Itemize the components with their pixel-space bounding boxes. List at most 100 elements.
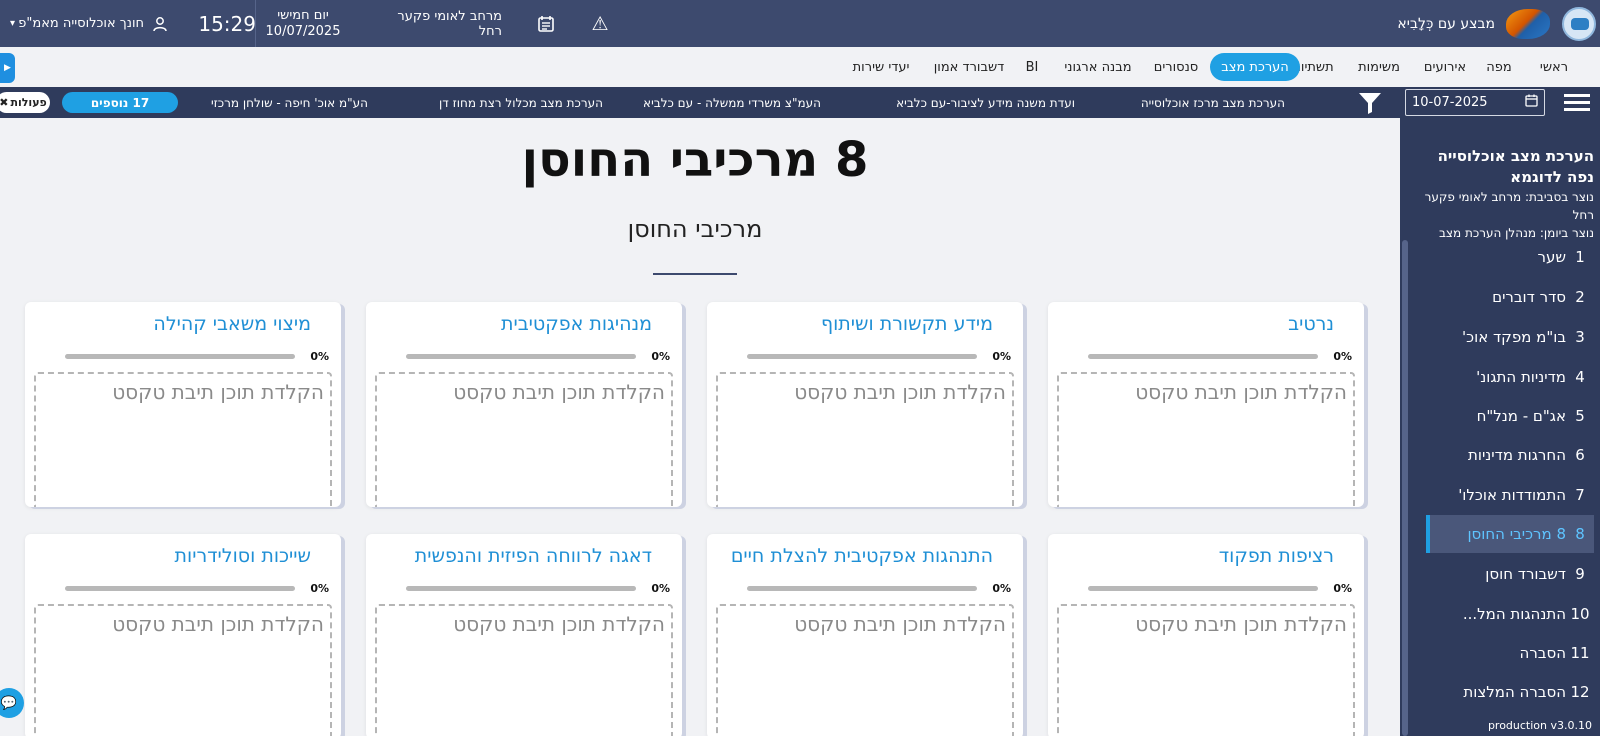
- main-nav: ראשי מפה אירועים משימות תשתיות הערכת מצב…: [0, 47, 1600, 87]
- date-filter-input[interactable]: 10-07-2025: [1405, 89, 1545, 116]
- sidebar-header: הערכת מצב אוכלוסייה נפה לדוגמא נוצר בסבי…: [1408, 146, 1594, 242]
- tab-trust-dashboard[interactable]: דשבורד אמון: [925, 53, 1013, 81]
- sidebar-item-number: 8: [1575, 525, 1585, 543]
- card-percent: 0%: [1333, 582, 1352, 595]
- card-title: דאגה לרווחה הפיזית והנפשית: [414, 545, 652, 567]
- current-date: יום חמישי 10/07/2025: [265, 0, 341, 47]
- chat-icon[interactable]: 💬: [0, 688, 24, 718]
- more-events-button[interactable]: 17 נוספים: [62, 92, 178, 113]
- sidebar-scrollbar[interactable]: [1402, 240, 1408, 736]
- actions-button[interactable]: פעולות ✖: [0, 92, 50, 113]
- card-title: נרטיב: [1288, 313, 1334, 335]
- card-placeholder: הקלדת תוכן תיבת טקסט: [794, 612, 1006, 636]
- tab-situation-assessment[interactable]: הערכת מצב: [1210, 53, 1300, 81]
- event-chip[interactable]: הע"מ אוכ' חיפה - שולחן מרכזי: [211, 87, 368, 118]
- card-title: מנהיגות אפקטיבית: [500, 313, 652, 335]
- sidebar-item-advocacy[interactable]: 11 הסברה: [1426, 634, 1594, 672]
- card-title: התנהגות אפקטיבית להצלת חיים: [730, 545, 993, 567]
- card-text-box[interactable]: הקלדת תוכן תיבת טקסט: [375, 372, 673, 507]
- tab-map[interactable]: מפה: [1478, 53, 1520, 81]
- expand-panel-button[interactable]: ▶: [0, 53, 15, 83]
- sidebar-item-label: שער: [1537, 248, 1566, 266]
- sidebar-item-label: החרגות מדיניות: [1468, 446, 1566, 464]
- card-percent: 0%: [310, 350, 329, 363]
- user-icon[interactable]: [150, 0, 170, 47]
- sidebar-item-label: אג"ם - מנל"ח: [1476, 407, 1566, 425]
- card-text-box[interactable]: הקלדת תוכן תיבת טקסט: [34, 604, 332, 736]
- menu-icon[interactable]: [1563, 87, 1591, 118]
- card-placeholder: הקלדת תוכן תיבת טקסט: [112, 612, 324, 636]
- filter-strip: 10-07-2025 הערכת מצב מרכז אוכלוסייה ועדת…: [0, 87, 1600, 118]
- sidebar-item-speakers[interactable]: 2 סדר דוברים: [1426, 278, 1594, 316]
- card-text-box[interactable]: הקלדת תוכן תיבת טקסט: [716, 604, 1014, 736]
- card-progress-bar: [65, 586, 295, 591]
- filter-icon[interactable]: [1356, 87, 1384, 118]
- sidebar-item-number: 1: [1575, 248, 1585, 266]
- page-subtitle: מרכיבי החוסן: [627, 215, 763, 243]
- card-progress-bar: [65, 354, 295, 359]
- warning-icon[interactable]: ⚠: [588, 0, 612, 47]
- card-community-resources: מיצוי משאבי קהילה 0% הקלדת תוכן תיבת טקסט: [25, 302, 341, 507]
- sidebar-item-operations[interactable]: 5 אג"ם - מנל"ח: [1426, 397, 1594, 435]
- card-progress-bar: [747, 586, 977, 591]
- sidebar-item-label: 8 מרכיבי החוסן: [1467, 525, 1566, 543]
- event-chip[interactable]: הערכת מצב מכלול רצת מחוז דן: [439, 87, 603, 118]
- user-name[interactable]: חונך אוכלוסייה מאמ"פ: [16, 0, 144, 47]
- event-chip[interactable]: ועדת משנה מידע לציבור-עם כלביא: [896, 87, 1075, 118]
- tab-sensors[interactable]: סנסורים: [1146, 53, 1206, 81]
- card-title: מידע תקשורת ושיתוף: [820, 313, 993, 335]
- sidebar-item-label: דשבורד חוסן: [1485, 565, 1566, 583]
- sidebar-item-gate[interactable]: 1 שער: [1426, 238, 1594, 276]
- card-placeholder: הקלדת תוכן תיבת טקסט: [1135, 612, 1347, 636]
- sidebar-item-policy-exceptions[interactable]: 6 החרגות מדיניות: [1426, 436, 1594, 474]
- card-percent: 0%: [310, 582, 329, 595]
- sidebar-item-defense-policy[interactable]: 4 מדיניות התגונ': [1426, 358, 1594, 396]
- card-progress-bar: [1088, 586, 1318, 591]
- sidebar-item-label: מדיניות התגונ': [1476, 368, 1566, 386]
- card-text-box[interactable]: הקלדת תוכן תיבת טקסט: [716, 372, 1014, 507]
- day-label: יום חמישי: [277, 7, 329, 23]
- sidebar-item-resilience-dashboard[interactable]: 9 דשבורד חוסן: [1426, 555, 1594, 593]
- card-progress-bar: [1088, 354, 1318, 359]
- card-text-box[interactable]: הקלדת תוכן תיבת טקסט: [375, 604, 673, 736]
- card-placeholder: הקלדת תוכן תיבת טקסט: [453, 380, 665, 404]
- sidebar-item-number: 11: [1570, 644, 1590, 662]
- card-info-communication: מידע תקשורת ושיתוף 0% הקלדת תוכן תיבת טקסט: [707, 302, 1023, 507]
- sidebar-item-number: 9: [1575, 565, 1585, 583]
- sidebar-item-advocacy-recommendations[interactable]: 12 הסברה המלצות: [1426, 673, 1594, 711]
- main-content: 8 מרכיבי החוסן מרכיבי החוסן נרטיב 0% הקלדת…: [0, 118, 1400, 736]
- chevron-down-icon[interactable]: ▾: [3, 0, 15, 47]
- tab-org-structure[interactable]: מבנה ארגוני: [1058, 53, 1138, 81]
- sidebar-item-label: הסברה המלצות: [1463, 683, 1566, 701]
- calendar-icon[interactable]: [534, 0, 558, 47]
- region-label[interactable]: מרחב לאומי פקער רחל: [372, 0, 502, 47]
- page-title: 8 מרכיבי החוסן: [521, 132, 869, 188]
- logo-icon: [1558, 0, 1596, 47]
- event-chip[interactable]: הערכת מצב מרכז אוכלוסייה: [1141, 87, 1285, 118]
- actions-label: פעולות: [10, 96, 47, 109]
- tab-bi[interactable]: BI: [1019, 53, 1045, 81]
- sidebar-item-label: התמודדות אוכלו': [1458, 486, 1566, 504]
- sidebar-item-population-coping[interactable]: 7 התמודדות אוכלו': [1426, 476, 1594, 514]
- card-text-box[interactable]: הקלדת תוכן תיבת טקסט: [34, 372, 332, 507]
- tab-home[interactable]: ראשי: [1531, 53, 1577, 81]
- card-text-box[interactable]: הקלדת תוכן תיבת טקסט: [1057, 604, 1355, 736]
- sidebar-item-behavior[interactable]: 10 התנהגות המל...: [1426, 595, 1594, 633]
- card-belonging-solidarity: שייכות וסולידריות 0% הקלדת תוכן תיבת טקסט: [25, 534, 341, 736]
- card-progress-bar: [747, 354, 977, 359]
- card-text-box[interactable]: הקלדת תוכן תיבת טקסט: [1057, 372, 1355, 507]
- card-placeholder: הקלדת תוכן תיבת טקסט: [112, 380, 324, 404]
- sidebar-item-number: 3: [1575, 328, 1585, 346]
- card-percent: 0%: [651, 350, 670, 363]
- sidebar-item-commander[interactable]: 3 בו"מ מפקד אוכ': [1426, 318, 1594, 356]
- event-chip[interactable]: העמ"צ משרדי ממשלה - עם כלביא: [643, 87, 821, 118]
- sidebar-item-number: 7: [1575, 486, 1585, 504]
- assessment-sidebar: הערכת מצב אוכלוסייה נפה לדוגמא נוצר בסבי…: [1400, 118, 1600, 736]
- card-percent: 0%: [992, 350, 1011, 363]
- tab-events[interactable]: אירועים: [1414, 53, 1476, 81]
- app-title: מבצע עם כְּלָבִיא: [1397, 15, 1495, 32]
- tab-service-goals[interactable]: יעדי שירות: [843, 53, 919, 81]
- title-underline: [653, 273, 737, 275]
- sidebar-item-resilience-components[interactable]: 8 8 מרכיבי החוסן: [1426, 515, 1594, 553]
- tab-tasks[interactable]: משימות: [1351, 53, 1407, 81]
